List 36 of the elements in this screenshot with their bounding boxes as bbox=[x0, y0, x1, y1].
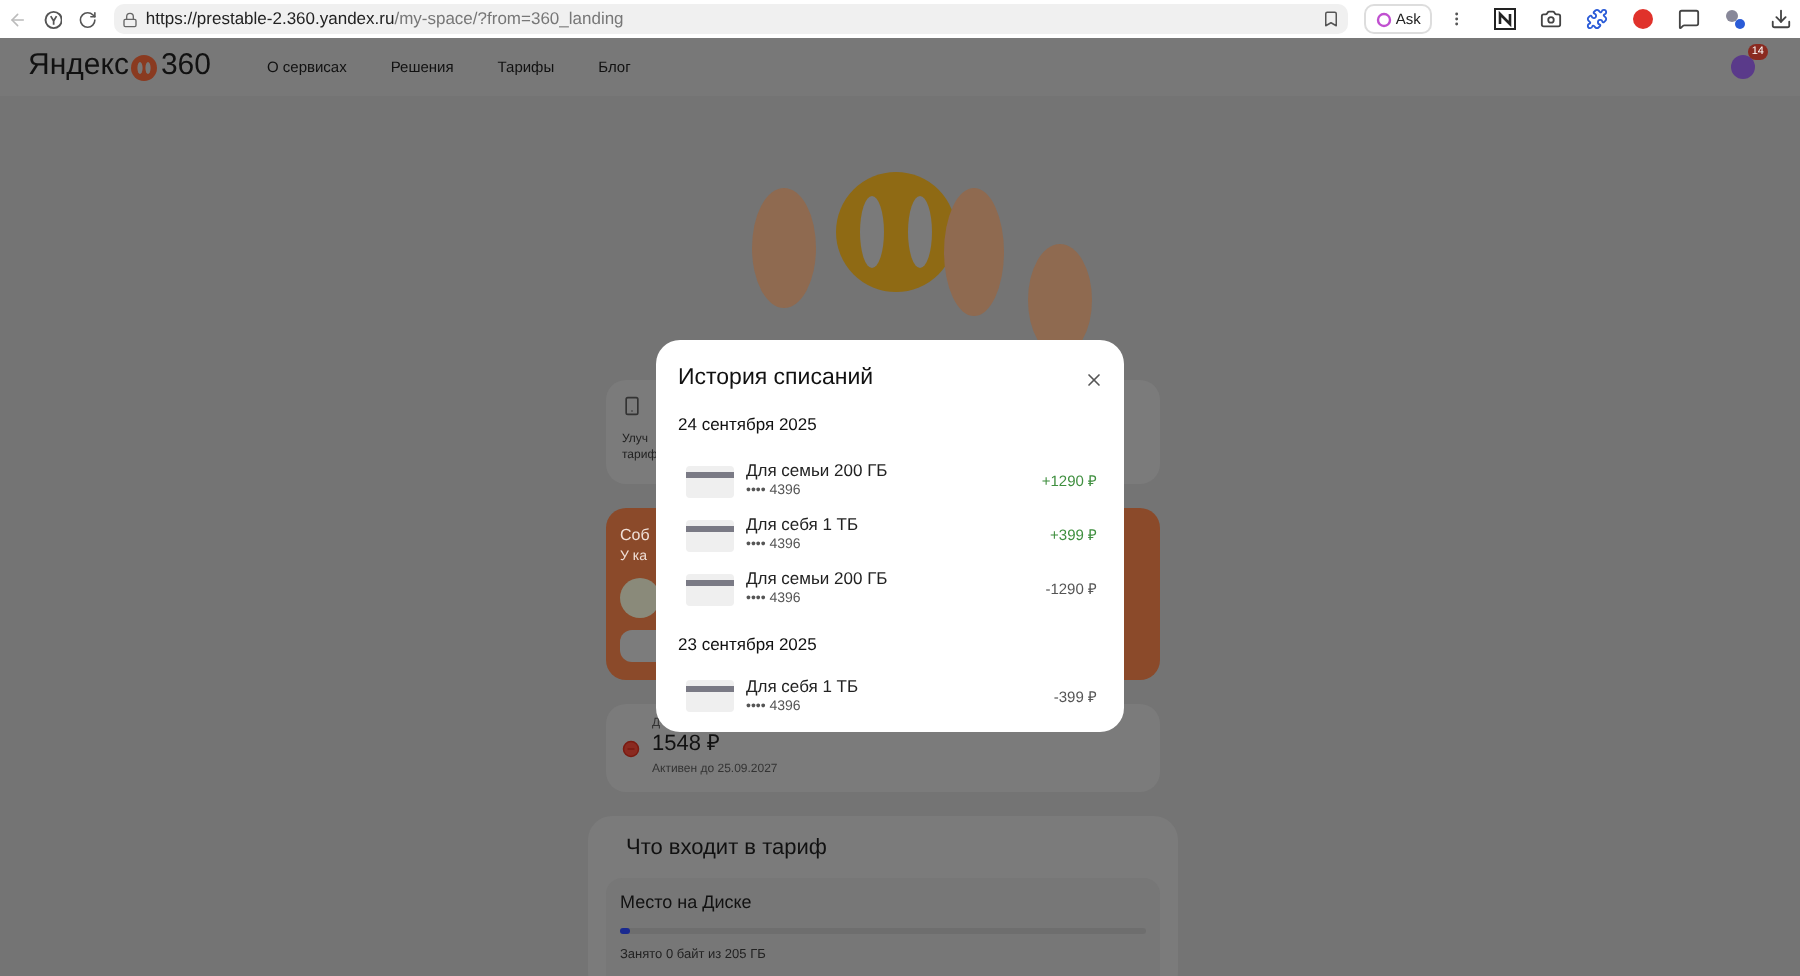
transaction-title: Для себя 1 ТБ bbox=[746, 675, 859, 697]
site-logo[interactable]: Яндекс 360 bbox=[28, 44, 211, 90]
date-heading: 24 сентября 2025 bbox=[678, 412, 819, 438]
download-icon[interactable] bbox=[1770, 8, 1793, 30]
dialog-title: История списаний bbox=[678, 364, 874, 394]
bank-card-icon bbox=[686, 519, 734, 551]
bank-card-icon bbox=[686, 680, 734, 713]
extension-icon[interactable] bbox=[1724, 8, 1747, 30]
transaction-title: Для себя 1 ТБ bbox=[746, 513, 859, 535]
plan-price: 1548 ₽ bbox=[652, 732, 722, 760]
close-button[interactable] bbox=[1084, 369, 1104, 390]
chat-icon[interactable] bbox=[1678, 8, 1701, 30]
reload-icon[interactable] bbox=[78, 9, 98, 29]
bank-card-icon bbox=[686, 465, 734, 497]
sparkle-icon bbox=[1375, 11, 1392, 27]
bank-card-icon bbox=[686, 573, 734, 605]
date-heading: 23 сентября 2025 bbox=[678, 632, 819, 658]
logo-ring-icon bbox=[130, 53, 159, 81]
promo-title: Соб bbox=[620, 524, 650, 548]
letter-n-icon[interactable] bbox=[1494, 8, 1517, 30]
address-bar[interactable]: https://prestable-2.360.yandex.ru/my-space/?from=360_landing bbox=[113, 4, 1348, 34]
camera-icon[interactable] bbox=[1540, 8, 1563, 30]
puzzle-icon[interactable] bbox=[1586, 8, 1609, 30]
disk-title: Место на Диске bbox=[620, 889, 754, 916]
stop-icon bbox=[622, 739, 640, 757]
extension-circle-icon[interactable] bbox=[1632, 8, 1655, 30]
transaction-title: Для семьи 200 ГБ bbox=[746, 567, 888, 589]
transaction-title: Для семьи 200 ГБ bbox=[746, 459, 888, 481]
logo-text: Яндекс bbox=[28, 46, 129, 87]
browser-logo-icon[interactable] bbox=[43, 9, 63, 29]
lock-icon bbox=[121, 11, 138, 27]
logo-number: 360 bbox=[160, 46, 211, 87]
phone-icon bbox=[622, 396, 642, 416]
url-text: https://prestable-2.360.yandex.ru/my-space/?from=360_landing bbox=[145, 6, 624, 32]
bookmark-icon[interactable] bbox=[1321, 10, 1340, 28]
section-title: Что входит в тариф bbox=[626, 834, 829, 864]
